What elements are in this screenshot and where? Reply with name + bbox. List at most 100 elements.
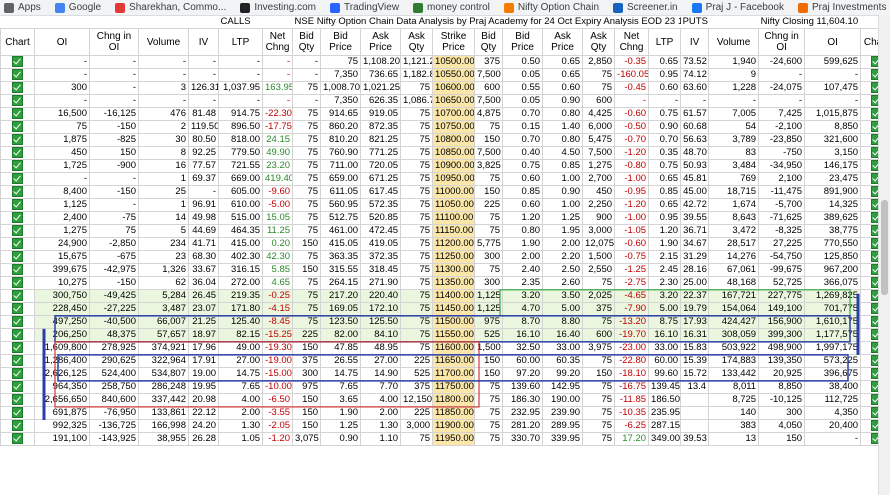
chart-checkbox[interactable] — [0, 185, 35, 200]
chart-checkbox[interactable] — [0, 328, 35, 343]
bookmark-5[interactable]: money control — [413, 2, 490, 13]
chart-checkbox[interactable] — [860, 120, 878, 135]
chart-checkbox[interactable] — [0, 276, 35, 291]
chart-checkbox[interactable] — [0, 94, 35, 109]
col-header-12: Bid Qty — [474, 28, 504, 56]
chart-checkbox[interactable] — [0, 367, 35, 382]
chart-checkbox[interactable] — [860, 224, 878, 239]
chart-checkbox[interactable] — [0, 146, 35, 161]
chart-checkbox[interactable] — [860, 354, 878, 369]
cell: 1,500 — [582, 250, 616, 265]
chart-checkbox[interactable] — [860, 406, 878, 421]
chart-checkbox[interactable] — [860, 341, 878, 356]
bookmark-3[interactable]: Investing.com — [240, 2, 316, 13]
chart-checkbox[interactable] — [0, 315, 35, 330]
chart-checkbox[interactable] — [860, 263, 878, 278]
chart-checkbox[interactable] — [0, 133, 35, 148]
cell: 11300.00 — [432, 263, 476, 278]
bookmark-6[interactable]: Nifty Option Chain — [503, 2, 599, 13]
chart-checkbox[interactable] — [0, 406, 35, 421]
chart-checkbox[interactable] — [0, 380, 35, 395]
chart-checkbox[interactable] — [0, 250, 35, 265]
cell: 163.95 — [262, 81, 294, 96]
chart-checkbox[interactable] — [860, 159, 878, 174]
chart-checkbox[interactable] — [860, 276, 878, 291]
chart-checkbox[interactable] — [0, 341, 35, 356]
cell: 779.50 — [218, 146, 264, 161]
chart-checkbox[interactable] — [860, 328, 878, 343]
chart-checkbox[interactable] — [0, 354, 35, 369]
chart-checkbox[interactable] — [0, 172, 35, 187]
table-row: 300-3 126.31 1,037.95 163.95 75 1,008.70 1,021… — [0, 81, 878, 96]
cell: 525 — [400, 367, 434, 382]
cell: 964,350 — [34, 380, 90, 395]
bookmark-0[interactable]: Apps — [4, 2, 41, 13]
cell: 1,121.25 — [400, 54, 434, 70]
vertical-scrollbar[interactable] — [878, 15, 890, 495]
cell: 975 — [474, 315, 504, 330]
chart-checkbox[interactable] — [0, 237, 35, 252]
bookmark-4[interactable]: TradingView — [330, 2, 399, 13]
bookmark-8[interactable]: Praj J - Facebook — [691, 2, 784, 13]
cell: 75 — [292, 133, 322, 148]
chart-checkbox[interactable] — [0, 198, 35, 213]
chart-checkbox[interactable] — [860, 185, 878, 200]
cell: -11,475 — [758, 185, 806, 200]
cell: -10.35 — [614, 406, 650, 421]
chart-checkbox[interactable] — [860, 380, 878, 395]
chart-checkbox[interactable] — [860, 146, 878, 161]
chart-checkbox[interactable] — [860, 432, 878, 447]
chart-checkbox[interactable] — [860, 237, 878, 252]
chart-checkbox[interactable] — [860, 315, 878, 330]
chart-checkbox[interactable] — [860, 302, 878, 317]
cell: -4.65 — [614, 289, 650, 304]
chart-checkbox[interactable] — [0, 289, 35, 304]
col-header-17: LTP — [648, 28, 682, 56]
chart-checkbox[interactable] — [0, 224, 35, 239]
cell: 169.05 — [320, 302, 362, 317]
cell: 7,350 — [320, 68, 362, 83]
chart-checkbox[interactable] — [860, 393, 878, 408]
chart-checkbox[interactable] — [860, 419, 878, 434]
cell — [680, 393, 710, 408]
bookmark-1[interactable]: Google — [54, 2, 101, 13]
chart-checkbox[interactable] — [0, 211, 35, 226]
chart-checkbox[interactable] — [860, 81, 878, 96]
cell: - — [187, 94, 220, 109]
chart-checkbox[interactable] — [0, 120, 35, 135]
bookmark-9[interactable]: Praj Investments — [797, 2, 886, 13]
chart-checkbox[interactable] — [860, 211, 878, 226]
chart-checkbox[interactable] — [0, 432, 35, 447]
chart-checkbox[interactable] — [0, 263, 35, 278]
chart-checkbox[interactable] — [860, 68, 878, 83]
table-row: 2,626,125 524,400 534,807 19.00 14.75 -15.00 3… — [0, 367, 878, 382]
cell: -19.30 — [262, 341, 294, 356]
chart-checkbox[interactable] — [860, 198, 878, 213]
col-header-7: Bid Qty — [292, 28, 322, 56]
chart-checkbox[interactable] — [860, 250, 878, 265]
cell: 1.00 — [542, 198, 584, 213]
cell: 75 — [292, 120, 322, 135]
cell: -16.75 — [614, 380, 650, 395]
chart-checkbox[interactable] — [860, 94, 878, 109]
chart-checkbox[interactable] — [0, 159, 35, 174]
cell: -0.70 — [614, 133, 650, 148]
chart-checkbox[interactable] — [860, 133, 878, 148]
chart-checkbox[interactable] — [0, 54, 35, 70]
chart-checkbox[interactable] — [0, 393, 35, 408]
chart-checkbox[interactable] — [860, 172, 878, 187]
bookmark-7[interactable]: Screener.in — [613, 2, 678, 13]
scrollbar-thumb[interactable] — [881, 200, 888, 295]
chart-checkbox[interactable] — [860, 367, 878, 382]
chart-checkbox[interactable] — [0, 68, 35, 83]
cell: - — [89, 94, 139, 109]
chart-checkbox[interactable] — [860, 107, 878, 122]
chart-checkbox[interactable] — [860, 289, 878, 304]
bookmark-2[interactable]: Sharekhan, Commo... — [115, 2, 226, 13]
chart-checkbox[interactable] — [0, 81, 35, 96]
chart-checkbox[interactable] — [0, 419, 35, 434]
cell: 18.97 — [187, 328, 220, 343]
chart-checkbox[interactable] — [0, 302, 35, 317]
chart-checkbox[interactable] — [860, 54, 878, 70]
chart-checkbox[interactable] — [0, 107, 35, 122]
